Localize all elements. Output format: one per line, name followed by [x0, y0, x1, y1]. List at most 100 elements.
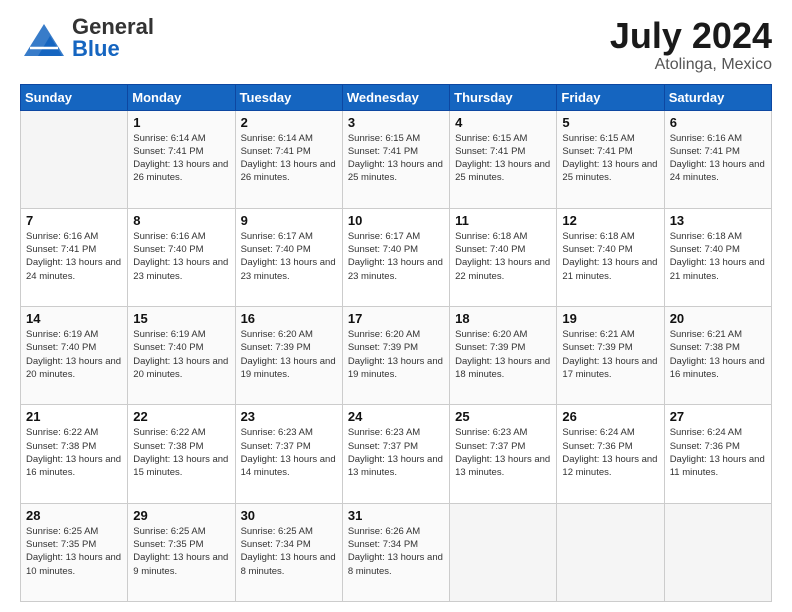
- table-row: 17Sunrise: 6:20 AMSunset: 7:39 PMDayligh…: [342, 307, 449, 405]
- day-number: 5: [562, 115, 658, 130]
- day-info: Sunrise: 6:15 AMSunset: 7:41 PMDaylight:…: [562, 132, 658, 185]
- col-saturday: Saturday: [664, 84, 771, 110]
- day-info: Sunrise: 6:24 AMSunset: 7:36 PMDaylight:…: [562, 426, 658, 479]
- table-row: [664, 503, 771, 601]
- logo-name: General Blue: [72, 16, 154, 60]
- day-info: Sunrise: 6:25 AMSunset: 7:34 PMDaylight:…: [241, 525, 337, 578]
- day-number: 26: [562, 409, 658, 424]
- day-info: Sunrise: 6:16 AMSunset: 7:40 PMDaylight:…: [133, 230, 229, 283]
- day-info: Sunrise: 6:19 AMSunset: 7:40 PMDaylight:…: [133, 328, 229, 381]
- table-row: 13 Sunrise: 6:18 AMSunset: 7:40 PMDayligh…: [664, 208, 771, 306]
- table-row: 21 Sunrise: 6:22 AMSunset: 7:38 PMDayligh…: [21, 405, 128, 503]
- table-row: 20Sunrise: 6:21 AMSunset: 7:38 PMDayligh…: [664, 307, 771, 405]
- col-monday: Monday: [128, 84, 235, 110]
- calendar-week-row: 21 Sunrise: 6:22 AMSunset: 7:38 PMDayligh…: [21, 405, 772, 503]
- day-number: 18: [455, 311, 551, 326]
- day-info: Sunrise: 6:18 AMSunset: 7:40 PMDaylight:…: [455, 230, 551, 283]
- header: General Blue July 2024 Atolinga, Mexico: [20, 16, 772, 74]
- col-sunday: Sunday: [21, 84, 128, 110]
- day-number: 17: [348, 311, 444, 326]
- day-info: Sunrise: 6:24 AMSunset: 7:36 PMDaylight:…: [670, 426, 766, 479]
- table-row: [450, 503, 557, 601]
- day-number: 6: [670, 115, 766, 130]
- table-row: 3 Sunrise: 6:15 AMSunset: 7:41 PMDaylight…: [342, 110, 449, 208]
- col-thursday: Thursday: [450, 84, 557, 110]
- day-number: 7: [26, 213, 122, 228]
- day-number: 16: [241, 311, 337, 326]
- logo-blue: Blue: [72, 36, 120, 61]
- day-info: Sunrise: 6:25 AMSunset: 7:35 PMDaylight:…: [26, 525, 122, 578]
- day-number: 3: [348, 115, 444, 130]
- day-number: 15: [133, 311, 229, 326]
- calendar-week-row: 28 Sunrise: 6:25 AMSunset: 7:35 PMDayligh…: [21, 503, 772, 601]
- table-row: 22 Sunrise: 6:22 AMSunset: 7:38 PMDayligh…: [128, 405, 235, 503]
- day-info: Sunrise: 6:23 AMSunset: 7:37 PMDaylight:…: [241, 426, 337, 479]
- day-info: Sunrise: 6:15 AMSunset: 7:41 PMDaylight:…: [455, 132, 551, 185]
- col-friday: Friday: [557, 84, 664, 110]
- day-number: 10: [348, 213, 444, 228]
- table-row: 1 Sunrise: 6:14 AMSunset: 7:41 PMDaylight…: [128, 110, 235, 208]
- calendar-table: Sunday Monday Tuesday Wednesday Thursday…: [20, 84, 772, 602]
- table-row: 11 Sunrise: 6:18 AMSunset: 7:40 PMDayligh…: [450, 208, 557, 306]
- day-number: 11: [455, 213, 551, 228]
- day-info: Sunrise: 6:22 AMSunset: 7:38 PMDaylight:…: [133, 426, 229, 479]
- calendar-week-row: 7Sunrise: 6:16 AMSunset: 7:41 PMDaylight…: [21, 208, 772, 306]
- location-subtitle: Atolinga, Mexico: [610, 56, 772, 74]
- day-number: 13: [670, 213, 766, 228]
- table-row: 24Sunrise: 6:23 AMSunset: 7:37 PMDayligh…: [342, 405, 449, 503]
- calendar-week-row: 14 Sunrise: 6:19 AMSunset: 7:40 PMDayligh…: [21, 307, 772, 405]
- table-row: 26 Sunrise: 6:24 AMSunset: 7:36 PMDayligh…: [557, 405, 664, 503]
- day-number: 30: [241, 508, 337, 523]
- day-info: Sunrise: 6:20 AMSunset: 7:39 PMDaylight:…: [241, 328, 337, 381]
- day-number: 21: [26, 409, 122, 424]
- day-info: Sunrise: 6:18 AMSunset: 7:40 PMDaylight:…: [562, 230, 658, 283]
- table-row: 19Sunrise: 6:21 AMSunset: 7:39 PMDayligh…: [557, 307, 664, 405]
- day-info: Sunrise: 6:15 AMSunset: 7:41 PMDaylight:…: [348, 132, 444, 185]
- day-info: Sunrise: 6:18 AMSunset: 7:40 PMDaylight:…: [670, 230, 766, 283]
- day-info: Sunrise: 6:19 AMSunset: 7:40 PMDaylight:…: [26, 328, 122, 381]
- title-section: July 2024 Atolinga, Mexico: [610, 16, 772, 74]
- day-number: 25: [455, 409, 551, 424]
- page: General Blue July 2024 Atolinga, Mexico …: [0, 0, 792, 612]
- logo: General Blue: [20, 16, 154, 60]
- day-info: Sunrise: 6:20 AMSunset: 7:39 PMDaylight:…: [455, 328, 551, 381]
- col-tuesday: Tuesday: [235, 84, 342, 110]
- day-info: Sunrise: 6:17 AMSunset: 7:40 PMDaylight:…: [348, 230, 444, 283]
- day-number: 1: [133, 115, 229, 130]
- table-row: [21, 110, 128, 208]
- table-row: 29Sunrise: 6:25 AMSunset: 7:35 PMDayligh…: [128, 503, 235, 601]
- day-number: 23: [241, 409, 337, 424]
- day-info: Sunrise: 6:23 AMSunset: 7:37 PMDaylight:…: [455, 426, 551, 479]
- day-number: 9: [241, 213, 337, 228]
- day-info: Sunrise: 6:23 AMSunset: 7:37 PMDaylight:…: [348, 426, 444, 479]
- day-number: 2: [241, 115, 337, 130]
- day-info: Sunrise: 6:16 AMSunset: 7:41 PMDaylight:…: [670, 132, 766, 185]
- day-number: 27: [670, 409, 766, 424]
- day-number: 14: [26, 311, 122, 326]
- table-row: 8Sunrise: 6:16 AMSunset: 7:40 PMDaylight…: [128, 208, 235, 306]
- day-number: 4: [455, 115, 551, 130]
- table-row: 9Sunrise: 6:17 AMSunset: 7:40 PMDaylight…: [235, 208, 342, 306]
- day-number: 28: [26, 508, 122, 523]
- day-info: Sunrise: 6:14 AMSunset: 7:41 PMDaylight:…: [133, 132, 229, 185]
- table-row: 23 Sunrise: 6:23 AMSunset: 7:37 PMDayligh…: [235, 405, 342, 503]
- day-number: 19: [562, 311, 658, 326]
- table-row: 16 Sunrise: 6:20 AMSunset: 7:39 PMDayligh…: [235, 307, 342, 405]
- month-year-title: July 2024: [610, 16, 772, 56]
- table-row: 28 Sunrise: 6:25 AMSunset: 7:35 PMDayligh…: [21, 503, 128, 601]
- table-row: 2Sunrise: 6:14 AMSunset: 7:41 PMDaylight…: [235, 110, 342, 208]
- day-info: Sunrise: 6:25 AMSunset: 7:35 PMDaylight:…: [133, 525, 229, 578]
- table-row: 25 Sunrise: 6:23 AMSunset: 7:37 PMDayligh…: [450, 405, 557, 503]
- table-row: 5 Sunrise: 6:15 AMSunset: 7:41 PMDaylight…: [557, 110, 664, 208]
- day-number: 31: [348, 508, 444, 523]
- day-info: Sunrise: 6:22 AMSunset: 7:38 PMDaylight:…: [26, 426, 122, 479]
- logo-text-group: General Blue: [72, 16, 154, 60]
- table-row: 27 Sunrise: 6:24 AMSunset: 7:36 PMDayligh…: [664, 405, 771, 503]
- day-info: Sunrise: 6:21 AMSunset: 7:38 PMDaylight:…: [670, 328, 766, 381]
- col-wednesday: Wednesday: [342, 84, 449, 110]
- table-row: [557, 503, 664, 601]
- table-row: 7Sunrise: 6:16 AMSunset: 7:41 PMDaylight…: [21, 208, 128, 306]
- calendar-header-row: Sunday Monday Tuesday Wednesday Thursday…: [21, 84, 772, 110]
- day-number: 22: [133, 409, 229, 424]
- table-row: 30 Sunrise: 6:25 AMSunset: 7:34 PMDayligh…: [235, 503, 342, 601]
